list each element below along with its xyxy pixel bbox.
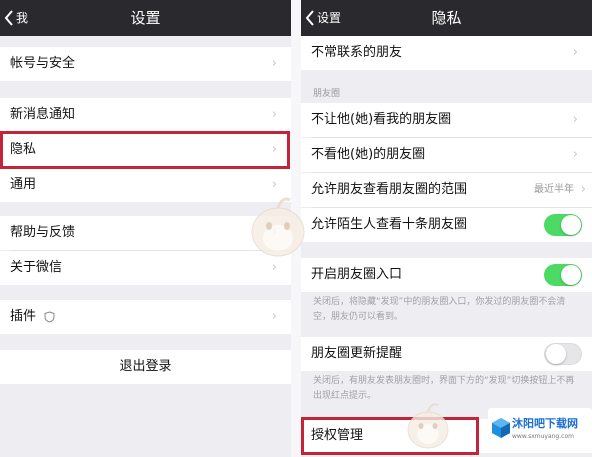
range-value: 最近半年 bbox=[534, 184, 574, 195]
row-label: 隐私 bbox=[10, 142, 37, 157]
toggle-knob bbox=[561, 215, 581, 235]
entrance-toggle[interactable] bbox=[544, 264, 582, 286]
cube-logo-icon bbox=[492, 418, 510, 438]
privacy-navbar: 设置 隐私 bbox=[301, 0, 592, 36]
chevron-right-icon: › bbox=[271, 225, 277, 240]
settings-item-account-security[interactable]: 帐号与安全 › bbox=[0, 47, 291, 81]
chevron-right-icon: › bbox=[580, 182, 586, 197]
row-label: 不让他(她)看我的朋友圈 bbox=[311, 112, 452, 127]
row-label: 允许朋友查看朋友圈的范围 bbox=[311, 182, 468, 197]
chevron-right-icon: › bbox=[572, 112, 578, 127]
update-note: 关闭后，有朋友发表朋友圈时，界面下方的“发现”切换按钮上不再出现红点提示。 bbox=[313, 376, 575, 401]
panel-gap bbox=[291, 0, 301, 457]
settings-item-plugins[interactable]: 插件 › bbox=[0, 300, 291, 334]
row-label: 授权管理 bbox=[311, 428, 364, 443]
shield-icon bbox=[44, 311, 55, 323]
privacy-item-strangers: 允许陌生人查看十条朋友圈 bbox=[301, 208, 592, 242]
privacy-item-entrance: 开启朋友圈入口 bbox=[301, 258, 592, 292]
row-label: 开启朋友圈入口 bbox=[311, 267, 403, 282]
toggle-knob bbox=[546, 344, 566, 364]
strangers-toggle[interactable] bbox=[544, 214, 582, 236]
chevron-right-icon: › bbox=[271, 260, 277, 275]
row-label: 允许陌生人查看十条朋友圈 bbox=[311, 217, 468, 232]
privacy-item-range[interactable]: 允许朋友查看朋友圈的范围 最近半年 › bbox=[301, 173, 592, 207]
row-label: 不常联系的朋友 bbox=[311, 45, 403, 60]
chevron-right-icon: › bbox=[271, 107, 277, 122]
site-logo: 沐阳吧下载网 www.sxmuyang.com bbox=[488, 408, 592, 452]
privacy-screen: 设置 隐私 不常联系的朋友 › 朋友圈 不让他(她)看我的朋友圈 › 不看他(她… bbox=[301, 0, 592, 457]
settings-item-notifications[interactable]: 新消息通知 › bbox=[0, 98, 291, 132]
page-title: 隐私 bbox=[431, 9, 462, 27]
row-label: 朋友圈更新提醒 bbox=[311, 346, 403, 361]
chevron-right-icon: › bbox=[572, 147, 578, 162]
privacy-item-infrequent-friends[interactable]: 不常联系的朋友 › bbox=[301, 36, 592, 70]
logout-label: 退出登录 bbox=[119, 359, 172, 374]
settings-item-about[interactable]: 关于微信 › bbox=[0, 251, 291, 285]
settings-item-general[interactable]: 通用 › bbox=[0, 168, 291, 202]
settings-item-help-feedback[interactable]: 帮助与反馈 › bbox=[0, 216, 291, 250]
chevron-right-icon: › bbox=[572, 45, 578, 60]
entrance-note: 关闭后，将隐藏“发现”中的朋友圈入口，你发过的朋友圈不会清空，朋友仍可以看到。 bbox=[313, 297, 566, 322]
toggle-knob bbox=[561, 265, 581, 285]
privacy-item-update-reminder: 朋友圈更新提醒 bbox=[301, 337, 592, 371]
row-label: 插件 bbox=[10, 309, 37, 324]
chevron-right-icon: › bbox=[271, 56, 277, 71]
logo-url: www.sxmuyang.com bbox=[512, 433, 574, 440]
row-label: 帮助与反馈 bbox=[10, 225, 76, 240]
row-label: 不看他(她)的朋友圈 bbox=[311, 147, 426, 162]
settings-item-privacy[interactable]: 隐私 › bbox=[0, 133, 291, 167]
privacy-item-hide-theirs[interactable]: 不看他(她)的朋友圈 › bbox=[301, 138, 592, 172]
update-reminder-toggle[interactable] bbox=[544, 343, 582, 365]
page-title: 设置 bbox=[130, 9, 161, 27]
logout-button[interactable]: 退出登录 bbox=[0, 350, 291, 384]
row-label: 帐号与安全 bbox=[10, 56, 76, 71]
settings-screen: 我 设置 帐号与安全 › 新消息通知 › 隐私 › 通用 › 帮助与反馈 › 关… bbox=[0, 0, 291, 457]
chevron-right-icon: › bbox=[271, 177, 277, 192]
privacy-item-block-view[interactable]: 不让他(她)看我的朋友圈 › bbox=[301, 103, 592, 137]
row-label: 关于微信 bbox=[10, 260, 63, 275]
row-label: 通用 bbox=[10, 177, 37, 192]
chevron-right-icon: › bbox=[271, 309, 277, 324]
row-label: 新消息通知 bbox=[10, 107, 76, 122]
chevron-right-icon: › bbox=[271, 142, 277, 157]
settings-navbar: 我 设置 bbox=[0, 0, 291, 36]
section-header: 朋友圈 bbox=[313, 89, 341, 99]
logo-wordmark: 沐阳吧下载网 bbox=[512, 417, 578, 430]
